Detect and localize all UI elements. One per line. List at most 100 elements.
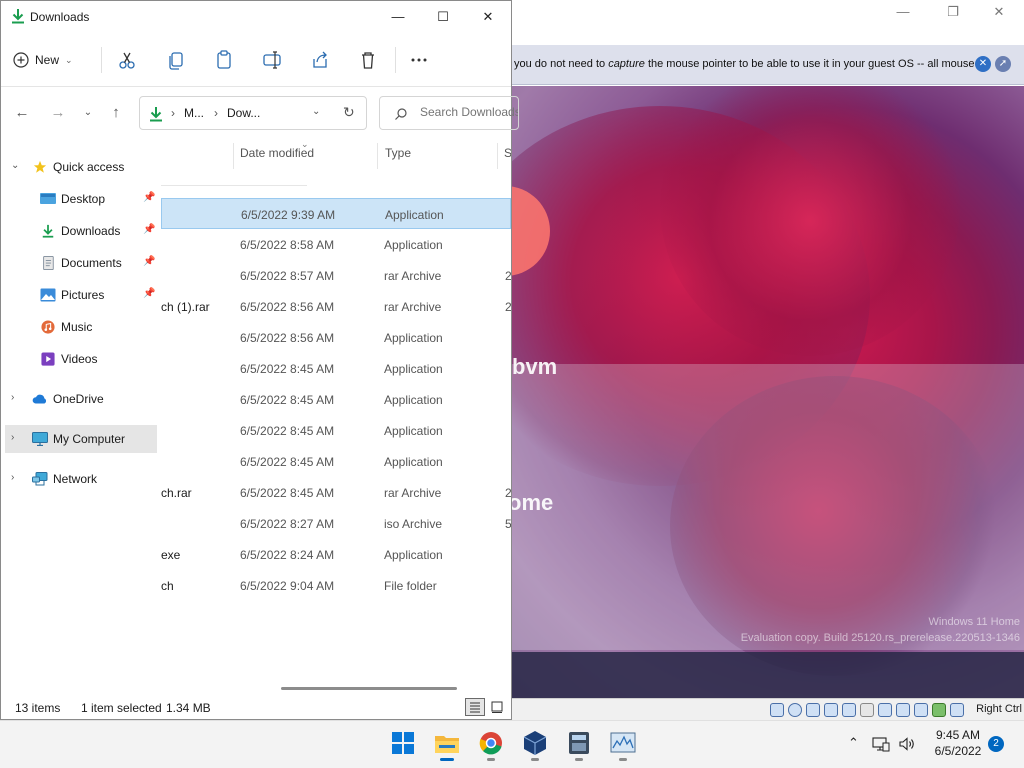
up-button[interactable]: ↑ <box>105 103 127 123</box>
sidebar-item-documents[interactable]: Documents 📌 <box>5 249 157 277</box>
file-date-modified: 6/5/2022 8:45 AM <box>240 455 335 469</box>
usb-icon[interactable] <box>842 703 856 717</box>
file-row[interactable]: 6/5/2022 9:39 AM Application <box>161 198 511 229</box>
minimize-button[interactable]: — <box>375 4 421 30</box>
file-row[interactable]: 6/5/2022 8:27 AM iso Archive 5 <box>161 508 511 539</box>
column-header-date[interactable]: Date modified <box>240 146 314 160</box>
refresh-icon[interactable]: ↻ <box>343 104 355 121</box>
column-header-type[interactable]: Type <box>385 146 411 160</box>
chevron-right-icon[interactable]: › <box>11 392 14 403</box>
file-row[interactable]: exe 6/5/2022 8:24 AM Application <box>161 539 511 570</box>
file-row[interactable]: ch (1).rar 6/5/2022 8:56 AM rar Archive 2 <box>161 291 511 322</box>
cpu-icon[interactable] <box>914 703 928 717</box>
file-row[interactable]: 6/5/2022 8:45 AM Application <box>161 415 511 446</box>
search-input[interactable] <box>420 105 518 119</box>
guest-display[interactable]: bvm ome Windows 11 Home Evaluation copy.… <box>510 86 1024 698</box>
network-adapter-icon[interactable] <box>824 703 838 717</box>
sidebar-item-label: OneDrive <box>53 392 104 406</box>
address-history-button[interactable]: ⌄ <box>312 106 320 117</box>
column-separator[interactable] <box>497 143 498 169</box>
delete-button[interactable] <box>354 47 382 73</box>
file-row[interactable]: ch 6/5/2022 9:04 AM File folder <box>161 570 511 601</box>
recent-locations-button[interactable]: ⌄ <box>77 103 99 123</box>
audio-icon[interactable] <box>806 703 820 717</box>
file-row[interactable]: 6/5/2022 8:45 AM Application <box>161 446 511 477</box>
keyboard-capture-icon[interactable] <box>950 703 964 717</box>
vbox-minimize-button[interactable]: — <box>888 4 918 20</box>
network-status-button[interactable] <box>872 736 890 755</box>
host-key-label: Right Ctrl <box>976 703 1022 715</box>
file-row[interactable]: 6/5/2022 8:57 AM rar Archive 2 <box>161 260 511 291</box>
column-separator[interactable] <box>233 143 234 169</box>
sidebar-item-downloads[interactable]: Downloads 📌 <box>5 217 157 245</box>
copy-button[interactable] <box>162 47 190 73</box>
breadcrumb-separator-icon: › <box>214 106 218 120</box>
sidebar-item-music[interactable]: Music <box>5 313 157 341</box>
speaker-icon <box>899 737 914 751</box>
file-row[interactable]: 6/5/2022 8:45 AM Application <box>161 384 511 415</box>
clock[interactable]: 9:45 AM 6/5/2022 <box>928 727 988 759</box>
volume-button[interactable] <box>898 736 916 755</box>
file-row[interactable]: ch.rar 6/5/2022 8:45 AM rar Archive 2 <box>161 477 511 508</box>
file-row[interactable]: 6/5/2022 8:58 AM Application <box>161 229 511 260</box>
file-row[interactable]: 6/5/2022 8:45 AM Application <box>161 353 511 384</box>
file-size: 2 <box>505 300 511 314</box>
start-button[interactable] <box>386 729 420 761</box>
sidebar-item-quick-access[interactable]: ⌄ Quick access <box>5 153 157 181</box>
share-button[interactable] <box>306 47 334 73</box>
recording-icon[interactable] <box>896 703 910 717</box>
chevron-down-icon[interactable]: ⌄ <box>11 160 19 171</box>
taskbar-performance-monitor[interactable] <box>606 729 640 761</box>
sidebar-item-onedrive[interactable]: › OneDrive <box>5 385 157 413</box>
optical-drive-icon[interactable] <box>788 703 802 717</box>
taskbar-chrome[interactable] <box>474 729 508 761</box>
chevron-right-icon[interactable]: › <box>11 472 14 483</box>
search-box[interactable] <box>379 96 519 130</box>
vbox-restore-button[interactable]: ❐ <box>938 4 968 20</box>
vbox-close-button[interactable]: ✕ <box>984 4 1014 20</box>
address-bar[interactable]: › M... › Dow... ⌄ ↻ <box>139 96 367 130</box>
column-separator[interactable] <box>377 143 378 169</box>
mouse-integration-status-icon[interactable] <box>932 703 946 717</box>
new-button[interactable]: New ⌄ <box>13 48 73 72</box>
window-title: Downloads <box>30 10 90 24</box>
breadcrumb-item[interactable]: Dow... <box>227 106 260 120</box>
explorer-titlebar[interactable]: Downloads — ☐ ✕ <box>1 1 511 33</box>
back-button[interactable]: ← <box>11 103 33 123</box>
sidebar-item-network[interactable]: › Network <box>5 465 157 493</box>
virtualbox-titlebar: — ❐ ✕ <box>510 0 1024 44</box>
pin-icon: 📌 <box>143 224 156 235</box>
column-header-size[interactable]: Si <box>504 146 511 160</box>
horizontal-scrollbar[interactable] <box>281 687 457 690</box>
taskbar-file-explorer[interactable] <box>430 729 464 761</box>
music-icon <box>41 320 55 334</box>
notification-badge[interactable]: 2 <box>988 736 1004 752</box>
hard-disk-icon[interactable] <box>770 703 784 717</box>
sidebar-item-my-computer[interactable]: › My Computer <box>5 425 157 453</box>
breadcrumb-item[interactable]: M... <box>184 106 204 120</box>
details-view-button[interactable] <box>465 698 485 716</box>
cut-button[interactable] <box>113 47 141 73</box>
taskbar-calculator[interactable] <box>562 729 596 761</box>
file-type: Application <box>384 331 443 345</box>
maximize-button[interactable]: ☐ <box>420 4 466 30</box>
taskbar-virtualbox[interactable] <box>518 729 552 761</box>
sidebar-item-pictures[interactable]: Pictures 📌 <box>5 281 157 309</box>
more-options-button[interactable] <box>405 47 433 73</box>
shared-folders-icon[interactable] <box>860 703 874 717</box>
show-hidden-icons-button[interactable]: ⌃ <box>848 735 859 751</box>
rename-button[interactable] <box>258 47 286 73</box>
close-button[interactable]: ✕ <box>465 4 511 30</box>
vbox-notification-text: you do not need to capture the mouse poi… <box>514 58 975 70</box>
new-button-label: New <box>35 53 60 67</box>
file-row[interactable]: 6/5/2022 8:56 AM Application <box>161 322 511 353</box>
large-icons-view-button[interactable] <box>487 698 507 716</box>
sidebar-item-label: Quick access <box>53 160 125 174</box>
sidebar-item-desktop[interactable]: Desktop 📌 <box>5 185 157 213</box>
forward-button[interactable]: → <box>47 103 69 123</box>
paste-button[interactable] <box>210 47 238 73</box>
display-icon[interactable] <box>878 703 892 717</box>
info-icon[interactable]: ✕ <box>975 56 991 72</box>
sidebar-item-videos[interactable]: Videos <box>5 345 157 373</box>
chevron-right-icon[interactable]: › <box>11 432 14 443</box>
